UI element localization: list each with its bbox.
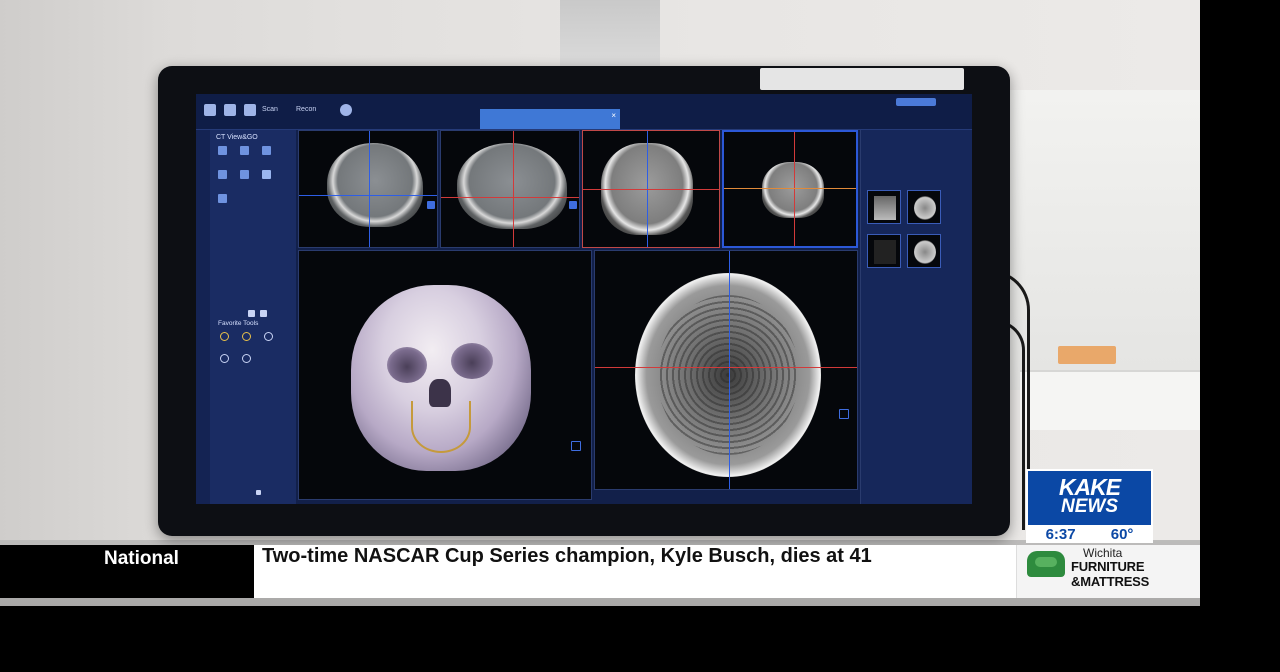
ticker-category-box: National <box>0 545 254 598</box>
crosshair-vertical[interactable] <box>729 251 730 489</box>
viewport-sagittal-2[interactable] <box>440 130 580 248</box>
skull-jaw <box>411 401 471 453</box>
recon-button[interactable]: Recon <box>296 106 316 113</box>
letterbox-right <box>1200 0 1280 672</box>
skull-sagittal-image <box>327 143 423 227</box>
viewport-button[interactable] <box>839 409 849 419</box>
skull-orbit-right <box>451 343 493 379</box>
snapshot-icon[interactable] <box>220 354 229 363</box>
ticker-headline: Two-time NASCAR Cup Series champion, Kyl… <box>262 545 872 567</box>
home-icon[interactable] <box>204 104 216 116</box>
shelf-ledge <box>1020 370 1200 430</box>
ticker-category: National <box>104 548 179 569</box>
ticker-headline-box: Two-time NASCAR Cup Series champion, Kyl… <box>254 545 1016 598</box>
mpr-combo-icon[interactable] <box>262 170 271 179</box>
viewport-3d-volume[interactable] <box>298 250 592 500</box>
crosshair-horizontal[interactable] <box>724 188 856 189</box>
series-thumbnail[interactable] <box>867 190 901 224</box>
favorite-tools-title: Favorite Tools <box>218 320 259 327</box>
background-photo: Scan Recon × CT View&GO Favorite Tools <box>0 0 1200 606</box>
vrt-icon[interactable] <box>240 146 249 155</box>
scan-button[interactable]: Scan <box>262 106 278 113</box>
crosshair-vertical[interactable] <box>513 131 514 247</box>
series-panel <box>860 130 972 504</box>
grid-icon[interactable] <box>224 104 236 116</box>
ct-toolbar: Scan Recon × <box>196 94 972 130</box>
time-weather-strip: 6:37 60° <box>1028 525 1151 543</box>
armchair-icon <box>1027 551 1065 577</box>
viewport-sagittal-1[interactable] <box>298 130 438 248</box>
window-controls[interactable] <box>896 98 936 106</box>
skull-coronal-image <box>762 162 824 218</box>
station-logo-bottom: NEWS <box>1061 496 1118 517</box>
checkbox-icon[interactable] <box>260 310 267 317</box>
wall <box>0 0 160 606</box>
series-divider <box>595 489 858 490</box>
save-icon[interactable] <box>244 104 256 116</box>
volume-icon[interactable] <box>218 194 227 203</box>
add-icon[interactable] <box>256 490 261 495</box>
station-bug: KAKE NEWS 6:37 60° <box>1026 469 1153 543</box>
roi-tool-icon[interactable] <box>242 332 251 341</box>
crosshair-horizontal[interactable] <box>299 195 437 196</box>
panel-title: CT View&GO <box>216 134 258 141</box>
bone-icon[interactable] <box>242 354 251 363</box>
ct-viewer-screen: Scan Recon × CT View&GO Favorite Tools <box>196 94 972 504</box>
checkbox-icon[interactable] <box>248 310 255 317</box>
mpr-mip-icon[interactable] <box>240 170 249 179</box>
letterbox-bottom <box>0 606 1280 672</box>
skull-orbit-left <box>387 347 427 383</box>
orange-label <box>1058 346 1116 364</box>
series-thumbnail[interactable] <box>867 234 901 268</box>
crosshair-horizontal[interactable] <box>441 197 579 198</box>
viewport-coronal-1[interactable] <box>582 130 720 248</box>
news-ticker: National Two-time NASCAR Cup Series cham… <box>0 545 1200 598</box>
crosshair-vertical[interactable] <box>794 132 795 246</box>
mip-icon[interactable] <box>262 146 271 155</box>
mpr-vrt-icon[interactable] <box>218 170 227 179</box>
brain-gyri-texture <box>657 295 799 455</box>
viewport-button[interactable] <box>569 201 577 209</box>
monitor-sticker <box>760 68 964 90</box>
vertical-tabs <box>196 130 210 504</box>
pyramid-tool-icon[interactable] <box>264 332 273 341</box>
sponsor-box: Wichita FURNITURE &MATTRESS <box>1016 545 1200 598</box>
viewport-button[interactable] <box>571 441 581 451</box>
skull-sagittal-image <box>457 143 567 229</box>
crosshair-vertical[interactable] <box>369 131 370 247</box>
viewport-coronal-2[interactable] <box>722 130 858 248</box>
sponsor-line1: Wichita <box>1083 546 1123 560</box>
viewport-axial[interactable] <box>594 250 858 490</box>
camera-icon[interactable] <box>340 104 352 116</box>
patient-tab[interactable]: × <box>480 109 620 129</box>
distance-tool-icon[interactable] <box>220 332 229 341</box>
series-thumbnail[interactable] <box>907 190 941 224</box>
time-display: 6:37 <box>1045 525 1076 543</box>
mpr-icon[interactable] <box>218 146 227 155</box>
series-thumbnail[interactable] <box>907 234 941 268</box>
viewport-button[interactable] <box>427 201 435 209</box>
sponsor-line2: FURNITURE &MATTRESS <box>1071 559 1150 589</box>
crosshair-horizontal[interactable] <box>583 189 719 190</box>
crosshair-horizontal[interactable] <box>595 367 857 368</box>
side-panel: CT View&GO Favorite Tools <box>196 130 296 504</box>
close-icon[interactable]: × <box>611 112 616 120</box>
temperature-display: 60° <box>1110 525 1134 543</box>
